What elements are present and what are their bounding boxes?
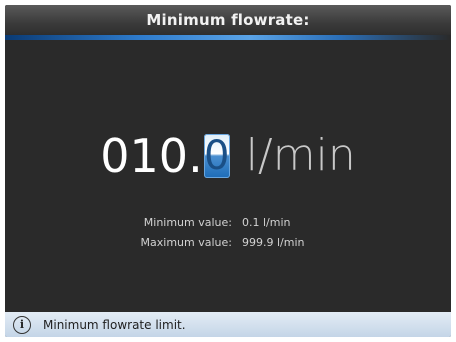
cursor-digit: 0 xyxy=(203,133,230,179)
min-limit-row: Minimum value: 0.1 l/min xyxy=(5,212,451,232)
max-limit-label: Maximum value: xyxy=(140,235,232,249)
value-editor[interactable]: 010. 0 l/min xyxy=(5,125,451,187)
device-screen: Minimum flowrate: 010. 0 l/min Minimum v… xyxy=(5,5,451,337)
info-icon: i xyxy=(13,315,31,334)
max-limit-value: 999.9 l/min xyxy=(242,235,305,249)
status-bar: i Minimum flowrate limit. xyxy=(5,312,451,337)
max-limit-row: Maximum value: 999.9 l/min xyxy=(5,232,451,252)
min-limit-value: 0.1 l/min xyxy=(242,215,291,229)
min-limit-label: Minimum value: xyxy=(143,215,232,229)
value-unit: l/min xyxy=(245,130,356,181)
value-digits: 010. xyxy=(100,129,203,183)
title-accent-line xyxy=(5,35,451,40)
page-title: Minimum flowrate: xyxy=(146,11,310,29)
limits-info: Minimum value: 0.1 l/min Maximum value: … xyxy=(5,212,451,252)
digit-cursor[interactable]: 0 xyxy=(203,133,230,179)
status-message: Minimum flowrate limit. xyxy=(43,317,186,332)
title-bar: Minimum flowrate: xyxy=(5,5,451,35)
